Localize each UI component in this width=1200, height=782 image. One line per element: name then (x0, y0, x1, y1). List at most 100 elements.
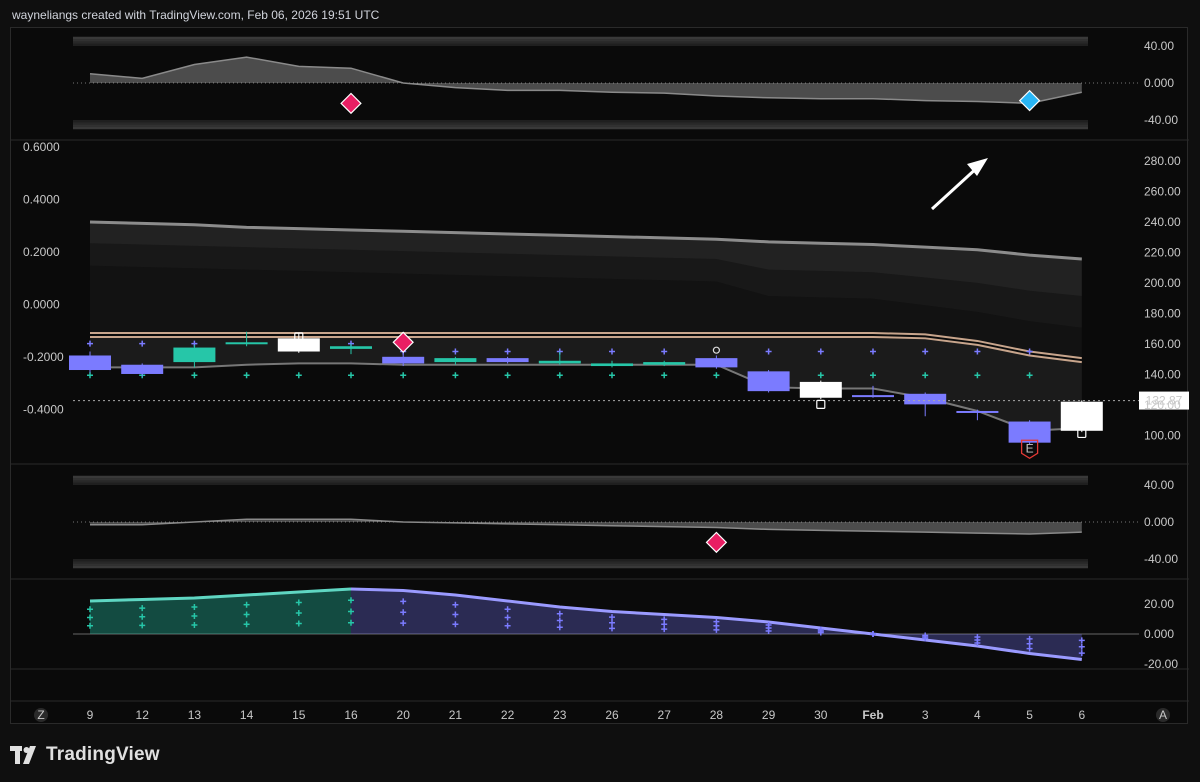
price-axis-tick: 120.00 (1144, 398, 1181, 412)
left-axis-tick: 0.0000 (23, 298, 60, 312)
osc2-lower-band-1 (73, 561, 1088, 564)
candle-body (956, 410, 999, 413)
osc2-upper-band-2 (73, 480, 1088, 483)
price-axis-tick: 280.00 (1144, 154, 1181, 168)
plus-marker-bottom (243, 372, 250, 379)
date-axis-label: 12 (136, 708, 150, 722)
left-axis-tick: 0.2000 (23, 245, 60, 259)
brand-name: TradingView (46, 744, 160, 765)
candle-body (904, 393, 947, 405)
date-axis-label: 5 (1026, 708, 1033, 722)
date-axis-label: 13 (188, 708, 202, 722)
candle-body (330, 346, 372, 349)
osc0-lower-band-0 (73, 120, 1088, 123)
osc0-signal-0 (340, 92, 362, 115)
date-axis-label: 22 (501, 708, 515, 722)
price-axis-tick: 240.00 (1144, 215, 1181, 229)
candle-body (434, 358, 477, 363)
price-band-lower (90, 336, 1082, 431)
candle-body (747, 371, 790, 392)
osc2-upper-band-1 (73, 478, 1088, 481)
price-axis-tick: 260.00 (1144, 185, 1181, 199)
signal-square (816, 399, 826, 409)
plus-marker-bottom (609, 372, 615, 379)
plus-marker-bottom (713, 372, 720, 379)
date-axis-label: 16 (344, 708, 358, 722)
price-axis-tick: 140.00 (1144, 368, 1181, 382)
date-axis-label: 15 (292, 708, 306, 722)
osc0-lower-band-3 (73, 126, 1088, 130)
candle-body (277, 338, 320, 352)
osc2-upper-band-0 (73, 475, 1088, 479)
candle-body (799, 381, 842, 398)
osc0-upper-band-1 (73, 39, 1088, 42)
candle-body (591, 363, 633, 367)
osc0-tick-2: -40.00 (1144, 113, 1178, 127)
price-axis-tick: 200.00 (1144, 276, 1181, 290)
earnings-label: E (1026, 441, 1034, 455)
candle-body (1060, 401, 1103, 431)
candle-body (486, 358, 529, 363)
auto-scale-button-label: A (1159, 708, 1167, 722)
osc2-tick-0: 40.00 (1144, 478, 1174, 492)
osc0-lower-band-1 (73, 122, 1088, 125)
candle-body (852, 395, 894, 398)
candle-body (225, 342, 268, 345)
date-axis-label: 29 (762, 708, 776, 722)
trend-arrow-shaft (930, 164, 981, 211)
plus-marker-bottom (400, 372, 407, 379)
left-axis-tick: 0.6000 (23, 140, 60, 154)
date-axis-label: 9 (87, 708, 94, 722)
osc0-upper-band-3 (73, 43, 1088, 46)
plus-marker-bottom (348, 372, 354, 379)
osc0-upper-band-2 (73, 41, 1088, 44)
chart-canvas[interactable]: 40.000.000-40.0040.000.000-40.00132.87E2… (11, 28, 1189, 725)
osc0-area (90, 57, 1082, 104)
candle-body (173, 347, 216, 363)
brand-logo: TradingView (10, 742, 160, 768)
plus-marker-bottom (556, 372, 563, 379)
date-axis-label: 20 (397, 708, 411, 722)
left-axis-tick: 0.4000 (23, 193, 60, 207)
date-axis-label: 26 (605, 708, 619, 722)
date-axis-label: 30 (814, 708, 828, 722)
osc2-upper-band-3 (73, 482, 1088, 485)
osc0-tick-0: 40.00 (1144, 39, 1174, 53)
date-axis-label: 23 (553, 708, 567, 722)
date-axis-label: Feb (862, 708, 883, 722)
plus-marker-bottom (452, 372, 459, 379)
price-axis-tick: 160.00 (1144, 337, 1181, 351)
date-axis-label: 4 (974, 708, 981, 722)
candle-body (643, 362, 686, 365)
date-axis-label: 21 (449, 708, 463, 722)
date-axis-label: 27 (658, 708, 672, 722)
osc2-lower-band-3 (73, 565, 1088, 569)
osc2-lower-band-2 (73, 563, 1088, 566)
date-axis-label: 3 (922, 708, 929, 722)
candle-body (695, 358, 738, 368)
date-axis-label: 6 (1078, 708, 1085, 722)
momentum-plus-marker (870, 631, 876, 637)
plus-marker-bottom (191, 372, 198, 379)
candle-body (382, 356, 425, 364)
osc2-signal-0 (705, 531, 728, 554)
osc0-lower-band-2 (73, 124, 1088, 127)
tradingview-logo-icon (10, 746, 36, 764)
osc2-tick-2: -40.00 (1144, 552, 1178, 566)
osc0-upper-band-0 (73, 36, 1088, 40)
plus-marker-bottom (87, 372, 93, 379)
chart-frame[interactable]: 40.00 0.000 -40.00 40.00 0.000 -40.00 132.87 E 2… (10, 27, 1189, 725)
chart-attribution: wayneliangs created with TradingView.com… (12, 8, 380, 22)
price-axis-tick: 100.00 (1144, 429, 1181, 443)
candle-body (121, 364, 164, 374)
candle-body (69, 355, 111, 371)
plus-marker-bottom (295, 372, 302, 379)
plus-marker-bottom (661, 372, 668, 379)
zoom-button-label: Z (37, 708, 44, 722)
momentum-axis-tick: -20.00 (1144, 657, 1178, 671)
candle-body (1008, 421, 1051, 443)
osc2-lower-band-0 (73, 559, 1088, 562)
date-axis-label: 14 (240, 708, 254, 722)
price-axis-tick: 180.00 (1144, 307, 1181, 321)
osc2-tick-1: 0.000 (1144, 515, 1174, 529)
